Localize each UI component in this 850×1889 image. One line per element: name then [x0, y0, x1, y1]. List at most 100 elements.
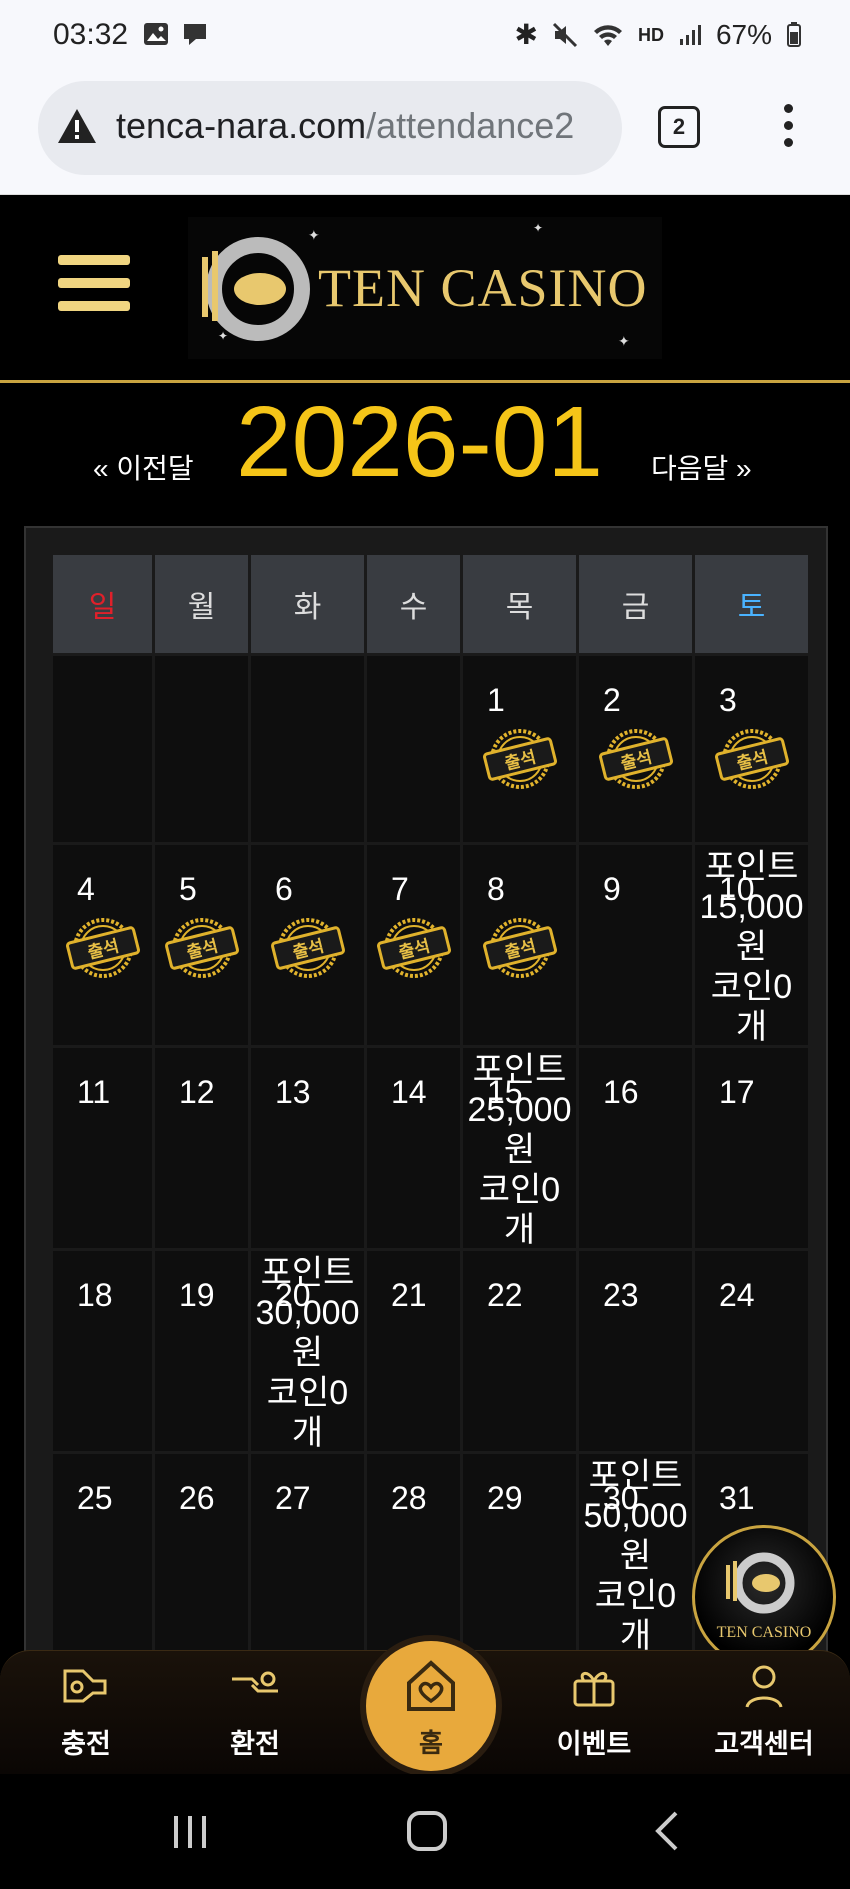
calendar-day-cell[interactable]: 17	[695, 1048, 808, 1248]
gallery-icon	[144, 23, 168, 45]
calendar-day-cell[interactable]: 23	[579, 1251, 692, 1451]
calendar-day-cell[interactable]: 3 출석	[695, 656, 808, 842]
calendar-day-cell[interactable]	[155, 656, 248, 842]
day-number: 14	[391, 1074, 427, 1110]
calendar-day-cell[interactable]: 16	[579, 1048, 692, 1248]
calendar-day-cell[interactable]: 28	[367, 1454, 460, 1654]
floating-logo-text: TEN CASINO	[716, 1624, 812, 1641]
calendar-day-cell[interactable]: 4 출석	[53, 845, 152, 1045]
calendar-day-cell[interactable]: 24	[695, 1251, 808, 1451]
warning-icon[interactable]	[56, 107, 98, 145]
calendar-day-cell[interactable]: 2 출석	[579, 656, 692, 842]
calendar-day-cell[interactable]: 27	[251, 1454, 364, 1654]
weekday-header: 화	[251, 555, 364, 653]
weekday-header: 토	[695, 555, 808, 653]
weekday-header: 월	[155, 555, 248, 653]
url-text[interactable]: tenca-nara.com/attendance2	[116, 105, 616, 147]
calendar-day-cell[interactable]: 14	[367, 1048, 460, 1248]
day-number: 6	[275, 871, 293, 907]
nav-exchange[interactable]: 환전	[195, 1661, 315, 1761]
sparkle: ✦	[533, 221, 544, 235]
bluetooth-icon: ✱	[514, 19, 538, 50]
hamburger-menu-button[interactable]	[58, 255, 130, 324]
day-number: 17	[719, 1074, 755, 1110]
nav-charge-label: 충전	[61, 1729, 111, 1759]
prev-month-link[interactable]: « 이전달	[93, 447, 194, 487]
weekday-header: 수	[367, 555, 460, 653]
calendar-day-cell[interactable]: 10 포인트 15,000 원 코인0 개	[695, 845, 808, 1046]
calendar-day-cell[interactable]: 7 출석	[367, 845, 460, 1045]
nav-home-label: 홈	[419, 1728, 443, 1758]
day-number: 29	[487, 1480, 523, 1516]
nav-support-label: 고객센터	[714, 1729, 814, 1759]
status-right: ✱ HD 67%	[514, 18, 802, 51]
day-number: 8	[487, 871, 505, 907]
recent-apps-icon[interactable]	[170, 1812, 210, 1852]
exchange-icon	[232, 1671, 278, 1693]
battery-icon	[787, 21, 801, 47]
day-number: 3	[719, 682, 737, 718]
sparkle: ✦	[308, 227, 320, 243]
calendar-day-cell[interactable]: 6 출석	[251, 845, 364, 1045]
weekday-header: 일	[53, 555, 152, 653]
day-number: 4	[77, 871, 95, 907]
calendar-day-cell[interactable]: 30 포인트 50,000 원 코인0 개	[579, 1454, 692, 1655]
support-agent-icon	[745, 1665, 783, 1708]
site-logo[interactable]: TEN CASINO ✦ ✦ ✦ ✦	[188, 217, 662, 359]
nav-charge[interactable]: 충전	[26, 1661, 146, 1761]
calendar-day-cell[interactable]: 19	[155, 1251, 248, 1451]
calendar-day-cell[interactable]: 21	[367, 1251, 460, 1451]
calendar-day-cell[interactable]	[251, 656, 364, 842]
calendar-day-cell[interactable]: 9	[579, 845, 692, 1045]
back-icon[interactable]	[652, 1810, 682, 1852]
calendar-day-cell[interactable]: 11	[53, 1048, 152, 1248]
day-number: 25	[77, 1480, 113, 1516]
day-number: 18	[77, 1277, 113, 1313]
weekday-header: 금	[579, 555, 692, 653]
day-number: 19	[179, 1277, 215, 1313]
home-heart-icon	[407, 1660, 455, 1711]
attendance-stamp-icon: 출석	[164, 918, 239, 978]
calendar-day-cell[interactable]: 1 출석	[463, 656, 576, 842]
attendance-stamp-icon: 출석	[270, 918, 345, 978]
attendance-stamp-icon: 출석	[598, 729, 673, 789]
calendar-day-cell[interactable]: 12	[155, 1048, 248, 1248]
month-navigation: « 이전달 2026-01 다음달 »	[0, 385, 850, 498]
calendar-day-cell[interactable]	[367, 656, 460, 842]
calendar-day-cell[interactable]: 29	[463, 1454, 576, 1654]
nav-support[interactable]: 고객센터	[704, 1661, 824, 1761]
floating-logo-button[interactable]: TEN CASINO	[692, 1525, 836, 1669]
reward-text: 포인트 50,000 원 코인0 개	[583, 1457, 688, 1655]
home-system-icon[interactable]	[406, 1810, 448, 1852]
address-bar[interactable]: tenca-nara.com/attendance2	[38, 81, 622, 175]
reward-text: 포인트 15,000 원 코인0 개	[699, 848, 804, 1046]
mute-icon	[552, 22, 578, 47]
day-number: 5	[179, 871, 197, 907]
calendar-day-cell[interactable]: 26	[155, 1454, 248, 1654]
calendar-day-cell[interactable]: 15 포인트 25,000 원 코인0 개	[463, 1048, 576, 1249]
reward-text: 포인트 25,000 원 코인0 개	[467, 1051, 572, 1249]
day-number: 2	[603, 682, 621, 718]
sparkle: ✦	[618, 333, 630, 349]
calendar-day-cell[interactable]: 13	[251, 1048, 364, 1248]
next-month-link[interactable]: 다음달 »	[651, 447, 752, 487]
calendar-day-cell[interactable]	[53, 656, 152, 842]
calendar-day-cell[interactable]: 5 출석	[155, 845, 248, 1045]
logo-text: TEN CASINO	[318, 258, 648, 318]
calendar-day-cell[interactable]: 18	[53, 1251, 152, 1451]
battery-level: 67%	[715, 18, 772, 50]
calendar-day-cell[interactable]: 8 출석	[463, 845, 576, 1045]
day-number: 1	[487, 682, 505, 718]
calendar-day-cell[interactable]: 22	[463, 1251, 576, 1451]
calendar-week-row: 1 출석 2 출석 3 출석	[53, 656, 808, 842]
browser-menu-button[interactable]	[782, 104, 794, 147]
day-number: 16	[603, 1074, 639, 1110]
calendar-day-cell[interactable]: 25	[53, 1454, 152, 1654]
tab-switcher-button[interactable]: 2	[658, 106, 700, 148]
signal-icon	[679, 24, 701, 45]
nav-home-button[interactable]: 홈	[360, 1635, 502, 1777]
calendar-day-cell[interactable]: 20 포인트 30,000 원 코인0 개	[251, 1251, 364, 1452]
day-number: 7	[391, 871, 409, 907]
day-number: 31	[719, 1480, 755, 1516]
nav-events[interactable]: 이벤트	[534, 1661, 654, 1761]
